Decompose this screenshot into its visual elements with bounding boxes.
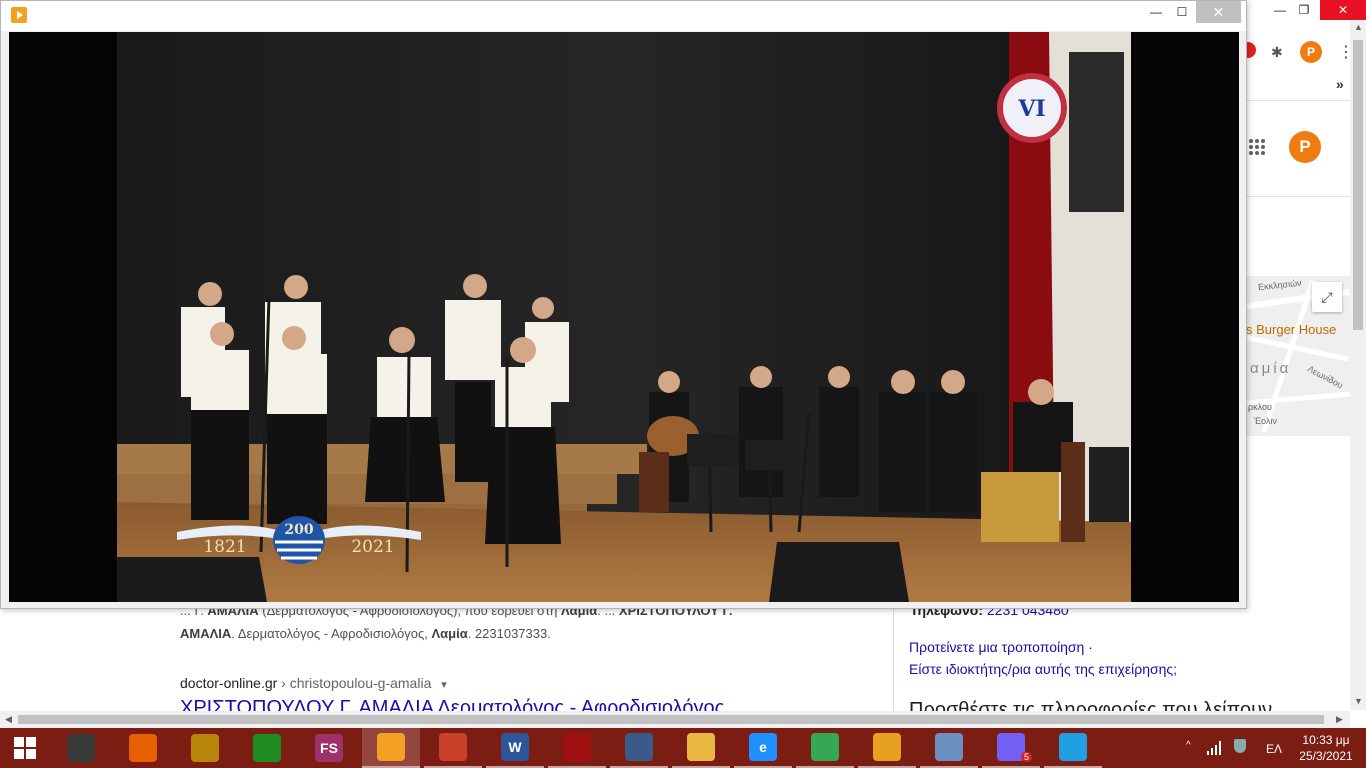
taskbar-fs-app-button[interactable]: FS [300, 728, 358, 768]
logo-year-right: 2021 [351, 537, 394, 557]
tray-overflow-icon[interactable]: ^ [1186, 740, 1191, 751]
map-street-label: Έολιν [1254, 416, 1277, 426]
settings-app-icon [625, 733, 653, 761]
browser-horizontal-scrollbar[interactable]: ◀ ▶ [0, 711, 1350, 728]
speaker-app-icon [67, 734, 95, 762]
google-apps-icon[interactable] [1249, 139, 1265, 155]
taskbar-slideshow-app-button[interactable] [424, 728, 482, 768]
result-citation[interactable]: doctor-online.gr › christopoulou-g-amali… [180, 675, 447, 691]
logo-year-left: 1821 [203, 537, 246, 557]
taskbar-firefox-button[interactable] [114, 728, 172, 768]
map-street-label: Λεωνίδου [1305, 363, 1345, 391]
concert-scene: VI 200 1821 2021 [9, 32, 1239, 602]
browser-vertical-scrollbar[interactable]: ▲ ▼ [1350, 20, 1366, 710]
store-icon [253, 734, 281, 762]
desktop: — ❐ ✕ ✱ P ⋮ » P Εκκλησιών Λεωνίδου ρκλου… [0, 0, 1366, 768]
map-area-label: αμία [1250, 360, 1292, 377]
media-app-icon [191, 734, 219, 762]
taskbar-store-button[interactable] [238, 728, 296, 768]
taskbar-paint-button[interactable] [920, 728, 978, 768]
result-menu-caret-icon[interactable]: ▾ [441, 679, 447, 691]
clock-date[interactable]: 25/3/2021 [1296, 749, 1356, 763]
word-icon: W [501, 733, 529, 761]
player-close-button[interactable]: ✕ [1196, 1, 1241, 23]
taskbar-internet-explorer-button[interactable]: e [734, 728, 792, 768]
svg-text:VI: VI [1017, 96, 1045, 122]
network-icon[interactable] [1207, 741, 1223, 755]
result-snippet-line: ΑΜΑΛΙΑ. Δερματολόγος - Αφροδισιολόγος, Λ… [180, 626, 551, 641]
media-player-icon [377, 733, 405, 761]
taskbar-chrome-button[interactable] [796, 728, 854, 768]
map-street-label: ρκλου [1248, 402, 1272, 412]
knowledge-panel-divider [893, 600, 894, 711]
player-app-icon [11, 7, 27, 23]
chrome-icon [811, 733, 839, 761]
security-tray-icon[interactable] [1234, 739, 1246, 753]
windows-logo-icon [14, 737, 36, 759]
player-maximize-button[interactable]: ☐ [1167, 1, 1197, 23]
clock-time[interactable]: 10:33 μμ [1302, 733, 1350, 747]
media-player-window: — ☐ ✕ VI 200 1821 2021 [0, 0, 1247, 609]
taskbar-file-explorer-button[interactable] [672, 728, 730, 768]
sync-app-icon [1059, 733, 1087, 761]
firefox-icon [129, 734, 157, 762]
taskbar-media-app-button[interactable] [176, 728, 234, 768]
browser-close-button[interactable]: ✕ [1320, 0, 1366, 20]
fs-app-icon: FS [315, 734, 343, 762]
toolbar-divider [1246, 100, 1350, 101]
extensions-puzzle-icon[interactable]: ✱ [1271, 44, 1283, 61]
file-explorer-icon [687, 733, 715, 761]
power-app-icon [563, 733, 591, 761]
secure-app-icon [873, 733, 901, 761]
logo-center-text: 200 [284, 522, 313, 538]
taskbar-viber-button[interactable]: 5 [982, 728, 1040, 768]
suggest-edit-link[interactable]: Προτείνετε μια τροποποίηση · [909, 639, 1093, 655]
own-business-link[interactable]: Είστε ιδιοκτήτης/ρια αυτής της επιχείρησ… [909, 661, 1177, 677]
result-path: › christopoulou-g-amalia [277, 675, 432, 691]
header-divider [1246, 196, 1350, 197]
taskbar-speaker-app-button[interactable] [52, 728, 110, 768]
location-map[interactable]: Εκκλησιών Λεωνίδου ρκλου Έολιν ⤢ s Burge… [1246, 276, 1350, 436]
slideshow-app-icon [439, 733, 467, 761]
horizontal-scroll-thumb[interactable] [18, 715, 1324, 724]
input-language[interactable]: ΕΛ [1266, 742, 1282, 756]
taskbar-power-app-button[interactable] [548, 728, 606, 768]
taskbar: FS We 5 ^ ΕΛ 10:33 μμ 25/3/2021 [0, 728, 1366, 768]
internet-explorer-icon: e [749, 733, 777, 761]
map-expand-icon[interactable]: ⤢ [1312, 282, 1342, 312]
map-street-label: Εκκλησιών [1257, 277, 1302, 293]
google-account-avatar[interactable]: P [1289, 131, 1321, 163]
browser-maximize-button[interactable]: ❐ [1286, 0, 1322, 20]
paint-icon [935, 733, 963, 761]
start-button[interactable] [0, 728, 50, 768]
taskbar-media-player-button[interactable] [362, 728, 420, 768]
profile-avatar[interactable]: P [1300, 41, 1322, 63]
bookmarks-overflow-icon[interactable]: » [1336, 76, 1344, 92]
map-place-label[interactable]: s Burger House [1246, 322, 1336, 337]
notification-badge: 5 [1020, 752, 1032, 762]
taskbar-word-button[interactable]: W [486, 728, 544, 768]
taskbar-sync-app-button[interactable] [1044, 728, 1102, 768]
vertical-scroll-thumb[interactable] [1353, 40, 1363, 330]
player-title-bar[interactable]: — ☐ ✕ [1, 1, 1246, 31]
taskbar-secure-app-button[interactable] [858, 728, 916, 768]
result-domain: doctor-online.gr [180, 675, 278, 691]
video-frame[interactable]: VI 200 1821 2021 [9, 32, 1239, 602]
taskbar-settings-app-button[interactable] [610, 728, 668, 768]
